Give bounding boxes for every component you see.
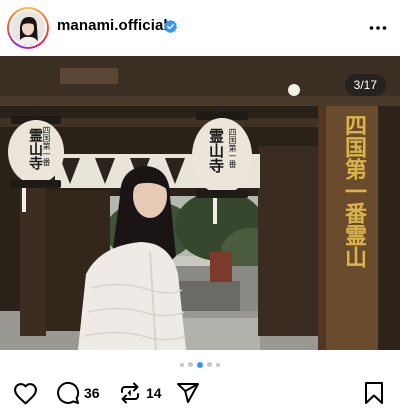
- carousel-dot: [180, 362, 184, 367]
- comment-icon: [57, 381, 80, 404]
- image-counter: 3/17: [344, 74, 386, 96]
- share-button[interactable]: [176, 380, 200, 406]
- lantern-right-side-text: 四国第一番: [228, 128, 237, 168]
- carousel-dot: [188, 362, 193, 367]
- signboard-text: 四国第一番霊山: [341, 114, 367, 268]
- post-image[interactable]: 霊山寺 四国第一番 霊山寺 四国第一番 四国第一番霊山 3/17: [0, 56, 400, 350]
- like-button[interactable]: [13, 380, 38, 406]
- carousel-dot: [207, 362, 212, 367]
- repost-icon: [121, 382, 139, 404]
- more-horizontal-icon[interactable]: [369, 20, 387, 36]
- repost-button[interactable]: 14: [118, 380, 162, 406]
- comment-count: 36: [84, 385, 100, 401]
- lantern-left-text: 霊山寺: [27, 128, 43, 170]
- avatar[interactable]: [7, 7, 49, 49]
- heart-icon: [14, 382, 37, 404]
- profile-photo: [11, 11, 45, 45]
- carousel-dot-active: [197, 361, 203, 368]
- action-bar: 36 14: [0, 380, 400, 406]
- username[interactable]: manami.official: [57, 17, 168, 34]
- carousel-dot: [216, 362, 220, 367]
- verified-badge-icon: [163, 19, 178, 34]
- lantern-right-text: 霊山寺: [207, 128, 225, 173]
- repost-count: 14: [146, 385, 162, 401]
- post-header: manami.official: [0, 0, 400, 56]
- comment-button[interactable]: 36: [56, 380, 100, 406]
- carousel-indicator: [0, 361, 400, 370]
- lantern-left-side-text: 四国第一番: [42, 126, 51, 166]
- bookmark-icon: [365, 382, 383, 404]
- send-icon: [177, 383, 199, 403]
- save-button[interactable]: [364, 380, 384, 406]
